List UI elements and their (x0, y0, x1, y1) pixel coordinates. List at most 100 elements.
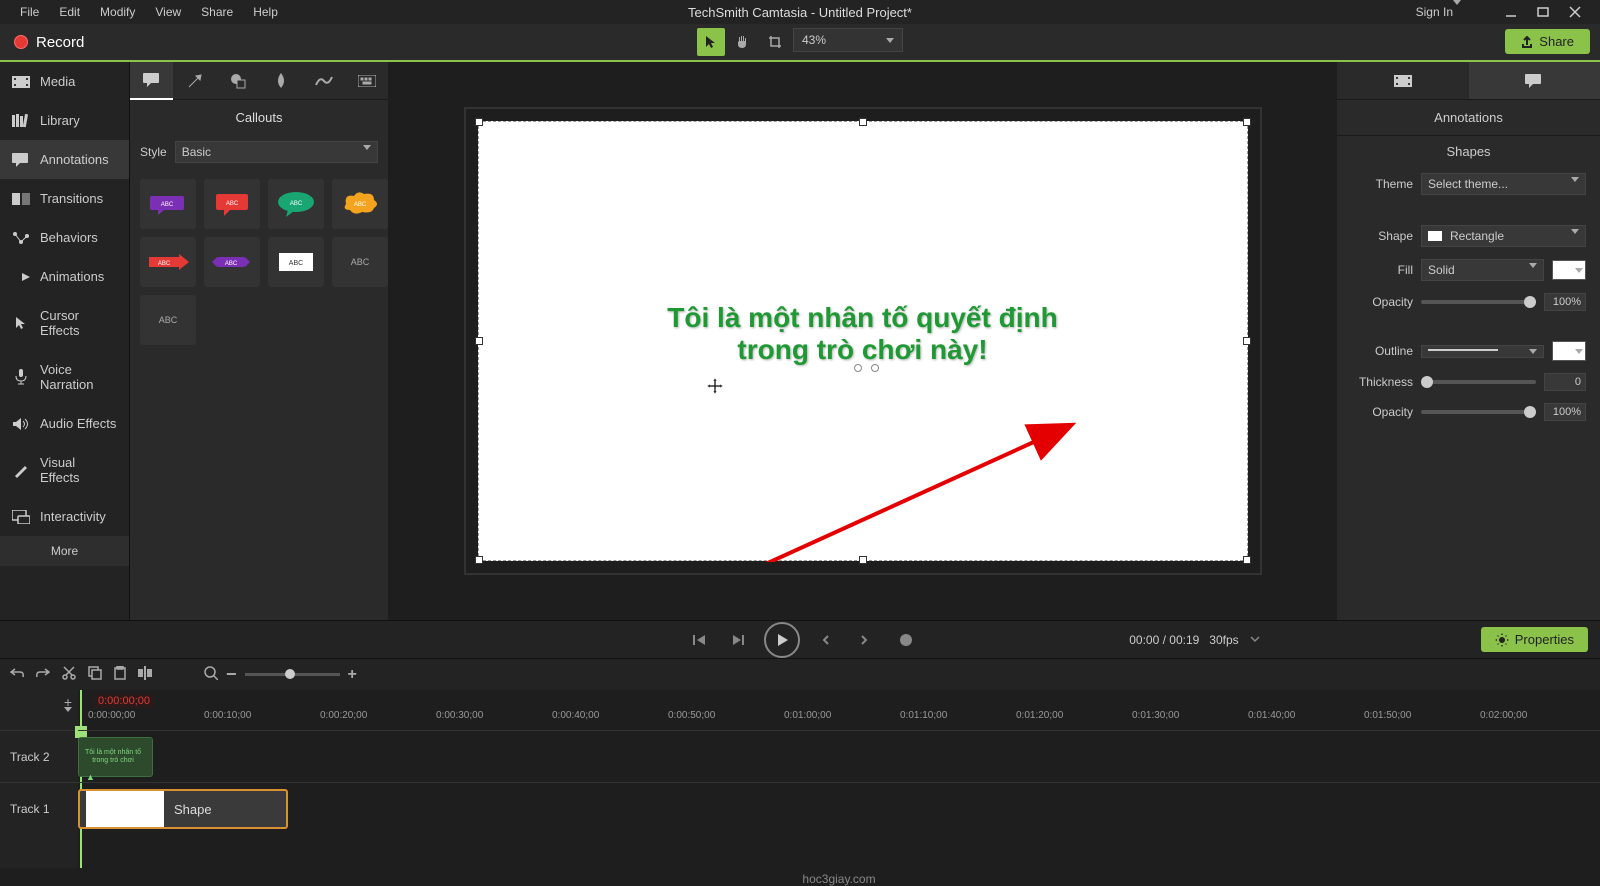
thickness-slider[interactable] (1421, 380, 1536, 384)
chevron-down-icon (1575, 349, 1583, 354)
track-2-lane[interactable]: Tôi là một nhân tốtrong trò chơi ▲ (78, 730, 1600, 782)
callout-thumb-6[interactable]: ABC (204, 237, 260, 287)
shape-select[interactable]: Rectangle (1421, 225, 1586, 247)
track-1-head[interactable]: Track 1 (0, 782, 78, 834)
properties-button[interactable]: Properties (1481, 627, 1588, 652)
sidebar-item-annotations[interactable]: Annotations (0, 140, 129, 179)
opacity-slider[interactable] (1421, 300, 1536, 304)
track-2-head[interactable]: Track 2 (0, 730, 78, 782)
chevron-down-icon (1571, 229, 1579, 234)
menu-edit[interactable]: Edit (49, 5, 90, 19)
callout-thumb-5[interactable]: ABC (140, 237, 196, 287)
menu-help[interactable]: Help (243, 5, 288, 19)
gallery-tab-callout[interactable] (130, 62, 173, 100)
paste-button[interactable] (114, 666, 126, 683)
gallery-tab-keystroke[interactable] (345, 62, 388, 100)
canvas-area[interactable]: Tôi là một nhân tố quyết địnhtrong trò c… (388, 62, 1337, 620)
prev-marker-button[interactable] (814, 628, 838, 652)
style-select[interactable]: Basic (175, 141, 378, 163)
zoom-timeline-icon[interactable] (204, 666, 218, 683)
zoom-out-button[interactable]: − (226, 664, 237, 685)
callout-thumb-1[interactable]: ABC (140, 179, 196, 229)
ruler-mark: 0:00:50;00 (668, 710, 715, 721)
sidebar-item-cursor-effects[interactable]: Cursor Effects (0, 296, 129, 350)
fill-select[interactable]: Solid (1421, 259, 1544, 281)
copy-button[interactable] (88, 666, 102, 683)
clip-shape[interactable]: Shape (78, 789, 288, 829)
callout-thumb-3[interactable]: ABC (268, 179, 324, 229)
behaviors-icon (12, 231, 30, 245)
canvas-text[interactable]: Tôi là một nhân tố quyết địnhtrong trò c… (479, 302, 1247, 366)
maximize-icon[interactable] (1536, 5, 1550, 19)
sidebar-item-behaviors[interactable]: Behaviors (0, 218, 129, 257)
rotation-handle-l[interactable] (854, 364, 862, 372)
sidebar-item-interactivity[interactable]: Interactivity (0, 497, 129, 536)
menu-file[interactable]: File (10, 5, 49, 19)
record-button[interactable]: Record (0, 34, 98, 51)
sidebar-more[interactable]: More (0, 536, 129, 566)
close-icon[interactable] (1568, 5, 1582, 19)
redo-button[interactable] (36, 667, 50, 682)
crop-tool[interactable] (761, 28, 789, 56)
sidebar-item-animations[interactable]: Animations (0, 257, 129, 296)
split-button[interactable] (138, 666, 152, 683)
callout-thumb-7[interactable]: ABC (268, 237, 324, 287)
canvas[interactable]: Tôi là một nhân tố quyết địnhtrong trò c… (478, 121, 1248, 561)
select-tool[interactable] (697, 28, 725, 56)
track-menu-button[interactable] (64, 712, 72, 727)
rotation-handle-r[interactable] (871, 364, 879, 372)
gallery-tab-sketch[interactable] (302, 62, 345, 100)
props-tab-visual[interactable] (1337, 62, 1469, 99)
menu-view[interactable]: View (145, 5, 191, 19)
callout-thumb-9[interactable]: ABC (140, 295, 196, 345)
undo-button[interactable] (10, 667, 24, 682)
thickness-value[interactable]: 0 (1544, 373, 1586, 391)
handle-t[interactable] (859, 118, 867, 126)
next-marker-button[interactable] (852, 628, 876, 652)
signin-button[interactable]: Sign In (1416, 5, 1461, 19)
clip-text[interactable]: Tôi là một nhân tốtrong trò chơi (78, 737, 153, 777)
opacity-value[interactable]: 100% (1544, 293, 1586, 311)
zoom-in-button[interactable]: + (348, 666, 357, 684)
handle-br[interactable] (1243, 556, 1251, 564)
sidebar-item-visual-effects[interactable]: Visual Effects (0, 443, 129, 497)
theme-select[interactable]: Select theme... (1421, 173, 1586, 195)
callout-thumb-4[interactable]: ABC (332, 179, 388, 229)
step-forward-button[interactable] (726, 628, 750, 652)
opacity2-slider[interactable] (1421, 410, 1536, 414)
cut-button[interactable] (62, 666, 76, 683)
pan-tool[interactable] (729, 28, 757, 56)
menu-share[interactable]: Share (191, 5, 243, 19)
share-button[interactable]: Share (1505, 29, 1590, 54)
sidebar-item-audio-effects[interactable]: Audio Effects (0, 404, 129, 443)
callout-thumb-2[interactable]: ABC (204, 179, 260, 229)
track-1-lane[interactable]: Shape (78, 782, 1600, 834)
menu-modify[interactable]: Modify (90, 5, 145, 19)
handle-tl[interactable] (475, 118, 483, 126)
sidebar-item-library[interactable]: Library (0, 101, 129, 140)
outline-select[interactable] (1421, 345, 1544, 358)
handle-b[interactable] (859, 556, 867, 564)
scrub-dot[interactable] (900, 634, 912, 646)
zoom-select[interactable]: 43% (793, 28, 903, 52)
handle-bl[interactable] (475, 556, 483, 564)
sidebar-item-media[interactable]: Media (0, 62, 129, 101)
chevron-down-icon[interactable] (1250, 634, 1260, 644)
gallery-tab-blur[interactable] (259, 62, 302, 100)
sidebar-item-voice-narration[interactable]: Voice Narration (0, 350, 129, 404)
svg-text:ABC: ABC (354, 202, 367, 208)
outline-color-swatch[interactable] (1552, 341, 1586, 361)
gallery-tab-shape[interactable] (216, 62, 259, 100)
timeline-ruler[interactable]: 0:00:00;00 0:00:00;000:00:10;000:00:20;0… (78, 690, 1600, 730)
fill-color-swatch[interactable] (1552, 260, 1586, 280)
gallery-tab-arrow[interactable] (173, 62, 216, 100)
sidebar-item-transitions[interactable]: Transitions (0, 179, 129, 218)
props-tab-annotation[interactable] (1469, 62, 1600, 99)
timeline-zoom-slider[interactable] (245, 673, 340, 676)
prev-frame-button[interactable] (688, 628, 712, 652)
opacity2-value[interactable]: 100% (1544, 403, 1586, 421)
callout-thumb-8[interactable]: ABC (332, 237, 388, 287)
minimize-icon[interactable] (1504, 5, 1518, 19)
play-button[interactable] (764, 622, 800, 658)
handle-tr[interactable] (1243, 118, 1251, 126)
